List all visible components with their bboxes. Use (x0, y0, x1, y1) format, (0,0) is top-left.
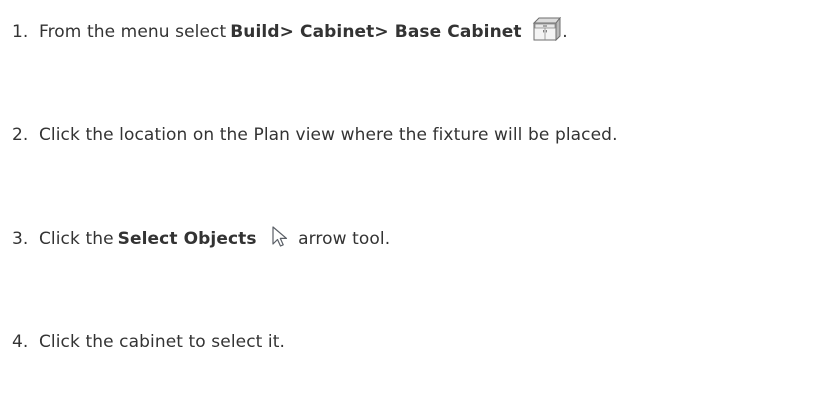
step-text: From the menu select (38, 22, 227, 42)
menu-path: Build> Cabinet> Base Cabinet (230, 22, 522, 42)
base-cabinet-icon (532, 16, 562, 42)
step-number: 1. (12, 22, 29, 42)
step-text: Click the location on the Plan view wher… (38, 125, 618, 145)
tool-name: Select Objects (117, 229, 257, 249)
step-number: 4. (12, 332, 29, 352)
step-number: 2. (12, 125, 29, 145)
step-text: Click the cabinet to select it. (38, 332, 286, 352)
step-1: 1. From the menu select Build> Cabinet> B… (12, 16, 568, 45)
instruction-steps: 1. From the menu select Build> Cabinet> B… (0, 0, 839, 405)
select-arrow-icon (270, 225, 292, 249)
step-3: 3. Click the Select Objects arrow tool. (12, 226, 390, 252)
step-text-end: . (562, 22, 568, 42)
step-2: 2. Click the location on the Plan view w… (12, 122, 618, 148)
step-text-end: arrow tool. (298, 229, 391, 249)
step-number: 3. (12, 229, 29, 249)
step-text: Click the (38, 229, 114, 249)
step-4: 4. Click the cabinet to select it. (12, 329, 285, 355)
